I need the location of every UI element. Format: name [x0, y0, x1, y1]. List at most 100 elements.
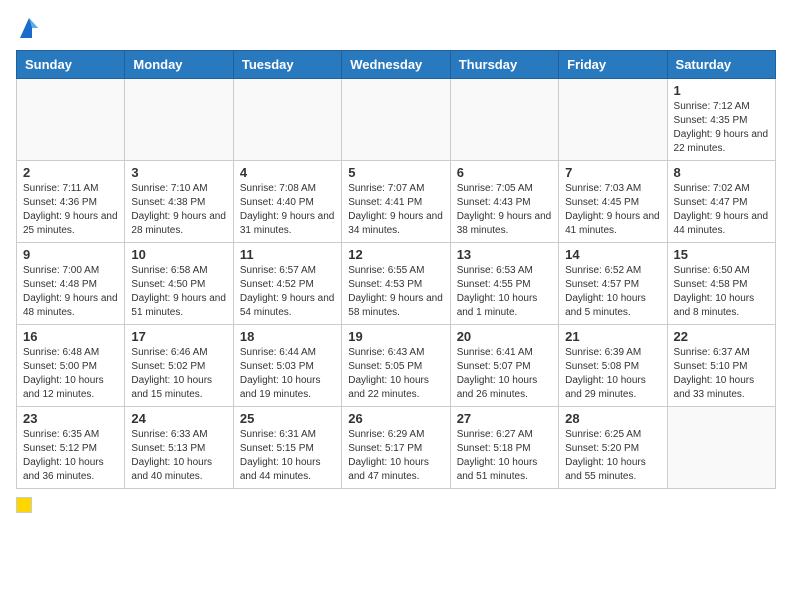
- calendar-cell: 20 Sunrise: 6:41 AM Sunset: 5:07 PM Dayli…: [450, 325, 558, 407]
- calendar-cell: 22 Sunrise: 6:37 AM Sunset: 5:10 PM Dayli…: [667, 325, 775, 407]
- calendar-cell: 3 Sunrise: 7:10 AM Sunset: 4:38 PM Daylig…: [125, 161, 233, 243]
- day-number: 15: [674, 247, 769, 262]
- calendar-cell: [125, 79, 233, 161]
- day-number: 22: [674, 329, 769, 344]
- day-info: Sunrise: 6:46 AM Sunset: 5:02 PM Dayligh…: [131, 346, 226, 402]
- day-info: Sunrise: 7:10 AM Sunset: 4:38 PM Dayligh…: [131, 182, 226, 238]
- footer: [16, 497, 776, 513]
- day-info: Sunrise: 7:12 AM Sunset: 4:35 PM Dayligh…: [674, 100, 769, 156]
- day-number: 6: [457, 165, 552, 180]
- day-info: Sunrise: 7:07 AM Sunset: 4:41 PM Dayligh…: [348, 182, 443, 238]
- day-number: 26: [348, 411, 443, 426]
- header: [16, 16, 776, 40]
- calendar-cell: [450, 79, 558, 161]
- day-info: Sunrise: 6:37 AM Sunset: 5:10 PM Dayligh…: [674, 346, 769, 402]
- calendar-day-header: Saturday: [667, 51, 775, 79]
- calendar-cell: 14Sunrise: 6:52 AM Sunset: 4:57 PM Dayli…: [559, 243, 667, 325]
- calendar-cell: 26 Sunrise: 6:29 AM Sunset: 5:17 PM Dayli…: [342, 407, 450, 489]
- day-number: 27: [457, 411, 552, 426]
- day-info: Sunrise: 6:31 AM Sunset: 5:15 PM Dayligh…: [240, 428, 335, 484]
- calendar-cell: 12 Sunrise: 6:55 AM Sunset: 4:53 PM Dayli…: [342, 243, 450, 325]
- day-number: 2: [23, 165, 118, 180]
- day-number: 5: [348, 165, 443, 180]
- calendar-cell: 28 Sunrise: 6:25 AM Sunset: 5:20 PM Dayli…: [559, 407, 667, 489]
- day-number: 11: [240, 247, 335, 262]
- day-info: Sunrise: 6:29 AM Sunset: 5:17 PM Dayligh…: [348, 428, 443, 484]
- calendar-cell: 7 Sunrise: 7:03 AM Sunset: 4:45 PM Daylig…: [559, 161, 667, 243]
- calendar-table: SundayMondayTuesdayWednesdayThursdayFrid…: [16, 50, 776, 489]
- day-number: 13: [457, 247, 552, 262]
- day-info: Sunrise: 6:27 AM Sunset: 5:18 PM Dayligh…: [457, 428, 552, 484]
- calendar-cell: 13 Sunrise: 6:53 AM Sunset: 4:55 PM Dayli…: [450, 243, 558, 325]
- calendar-day-header: Sunday: [17, 51, 125, 79]
- day-number: 10: [131, 247, 226, 262]
- calendar-cell: 4 Sunrise: 7:08 AM Sunset: 4:40 PM Daylig…: [233, 161, 341, 243]
- day-info: Sunrise: 6:35 AM Sunset: 5:12 PM Dayligh…: [23, 428, 118, 484]
- calendar-day-header: Wednesday: [342, 51, 450, 79]
- calendar-cell: 19 Sunrise: 6:43 AM Sunset: 5:05 PM Dayli…: [342, 325, 450, 407]
- day-number: 17: [131, 329, 226, 344]
- day-number: 25: [240, 411, 335, 426]
- day-number: 1: [674, 83, 769, 98]
- calendar-day-header: Friday: [559, 51, 667, 79]
- calendar-cell: 6 Sunrise: 7:05 AM Sunset: 4:43 PM Daylig…: [450, 161, 558, 243]
- calendar-cell: 11 Sunrise: 6:57 AM Sunset: 4:52 PM Dayli…: [233, 243, 341, 325]
- day-number: 3: [131, 165, 226, 180]
- day-info: Sunrise: 7:03 AM Sunset: 4:45 PM Dayligh…: [565, 182, 660, 238]
- calendar-day-header: Tuesday: [233, 51, 341, 79]
- calendar-cell: 1 Sunrise: 7:12 AM Sunset: 4:35 PM Daylig…: [667, 79, 775, 161]
- calendar-cell: 23 Sunrise: 6:35 AM Sunset: 5:12 PM Dayli…: [17, 407, 125, 489]
- calendar-cell: 16 Sunrise: 6:48 AM Sunset: 5:00 PM Dayli…: [17, 325, 125, 407]
- day-info: Sunrise: 7:02 AM Sunset: 4:47 PM Dayligh…: [674, 182, 769, 238]
- day-number: 16: [23, 329, 118, 344]
- day-number: 24: [131, 411, 226, 426]
- calendar-cell: 15 Sunrise: 6:50 AM Sunset: 4:58 PM Dayli…: [667, 243, 775, 325]
- calendar-cell: 5 Sunrise: 7:07 AM Sunset: 4:41 PM Daylig…: [342, 161, 450, 243]
- day-number: 18: [240, 329, 335, 344]
- calendar-cell: 18 Sunrise: 6:44 AM Sunset: 5:03 PM Dayli…: [233, 325, 341, 407]
- day-info: Sunrise: 6:52 AM Sunset: 4:57 PM Dayligh…: [565, 264, 660, 320]
- day-info: Sunrise: 6:53 AM Sunset: 4:55 PM Dayligh…: [457, 264, 552, 320]
- day-info: Sunrise: 6:44 AM Sunset: 5:03 PM Dayligh…: [240, 346, 335, 402]
- day-info: Sunrise: 6:57 AM Sunset: 4:52 PM Dayligh…: [240, 264, 335, 320]
- day-number: 28: [565, 411, 660, 426]
- logo: [16, 16, 40, 40]
- day-info: Sunrise: 6:41 AM Sunset: 5:07 PM Dayligh…: [457, 346, 552, 402]
- calendar-cell: 17 Sunrise: 6:46 AM Sunset: 5:02 PM Dayli…: [125, 325, 233, 407]
- day-info: Sunrise: 6:55 AM Sunset: 4:53 PM Dayligh…: [348, 264, 443, 320]
- day-number: 4: [240, 165, 335, 180]
- calendar-cell: 21 Sunrise: 6:39 AM Sunset: 5:08 PM Dayli…: [559, 325, 667, 407]
- day-info: Sunrise: 6:50 AM Sunset: 4:58 PM Dayligh…: [674, 264, 769, 320]
- day-info: Sunrise: 6:43 AM Sunset: 5:05 PM Dayligh…: [348, 346, 443, 402]
- day-number: 23: [23, 411, 118, 426]
- day-number: 8: [674, 165, 769, 180]
- day-info: Sunrise: 7:08 AM Sunset: 4:40 PM Dayligh…: [240, 182, 335, 238]
- day-info: Sunrise: 6:33 AM Sunset: 5:13 PM Dayligh…: [131, 428, 226, 484]
- day-number: 7: [565, 165, 660, 180]
- calendar-cell: 27 Sunrise: 6:27 AM Sunset: 5:18 PM Dayli…: [450, 407, 558, 489]
- calendar-cell: 10 Sunrise: 6:58 AM Sunset: 4:50 PM Dayli…: [125, 243, 233, 325]
- logo-icon: [18, 14, 40, 40]
- daylight-color-box: [16, 497, 32, 513]
- calendar-cell: 2 Sunrise: 7:11 AM Sunset: 4:36 PM Daylig…: [17, 161, 125, 243]
- calendar-cell: [667, 407, 775, 489]
- day-info: Sunrise: 7:05 AM Sunset: 4:43 PM Dayligh…: [457, 182, 552, 238]
- day-info: Sunrise: 6:48 AM Sunset: 5:00 PM Dayligh…: [23, 346, 118, 402]
- day-number: 21: [565, 329, 660, 344]
- calendar-cell: [17, 79, 125, 161]
- day-number: 20: [457, 329, 552, 344]
- day-info: Sunrise: 6:39 AM Sunset: 5:08 PM Dayligh…: [565, 346, 660, 402]
- day-number: 12: [348, 247, 443, 262]
- calendar-cell: [559, 79, 667, 161]
- calendar-day-header: Monday: [125, 51, 233, 79]
- day-info: Sunrise: 7:11 AM Sunset: 4:36 PM Dayligh…: [23, 182, 118, 238]
- calendar-day-header: Thursday: [450, 51, 558, 79]
- day-number: 19: [348, 329, 443, 344]
- day-info: Sunrise: 6:58 AM Sunset: 4:50 PM Dayligh…: [131, 264, 226, 320]
- calendar-cell: [342, 79, 450, 161]
- calendar-cell: [233, 79, 341, 161]
- calendar-cell: 9Sunrise: 7:00 AM Sunset: 4:48 PM Daylig…: [17, 243, 125, 325]
- calendar-cell: 25 Sunrise: 6:31 AM Sunset: 5:15 PM Dayli…: [233, 407, 341, 489]
- day-info: Sunrise: 6:25 AM Sunset: 5:20 PM Dayligh…: [565, 428, 660, 484]
- day-info: Sunrise: 7:00 AM Sunset: 4:48 PM Dayligh…: [23, 264, 118, 320]
